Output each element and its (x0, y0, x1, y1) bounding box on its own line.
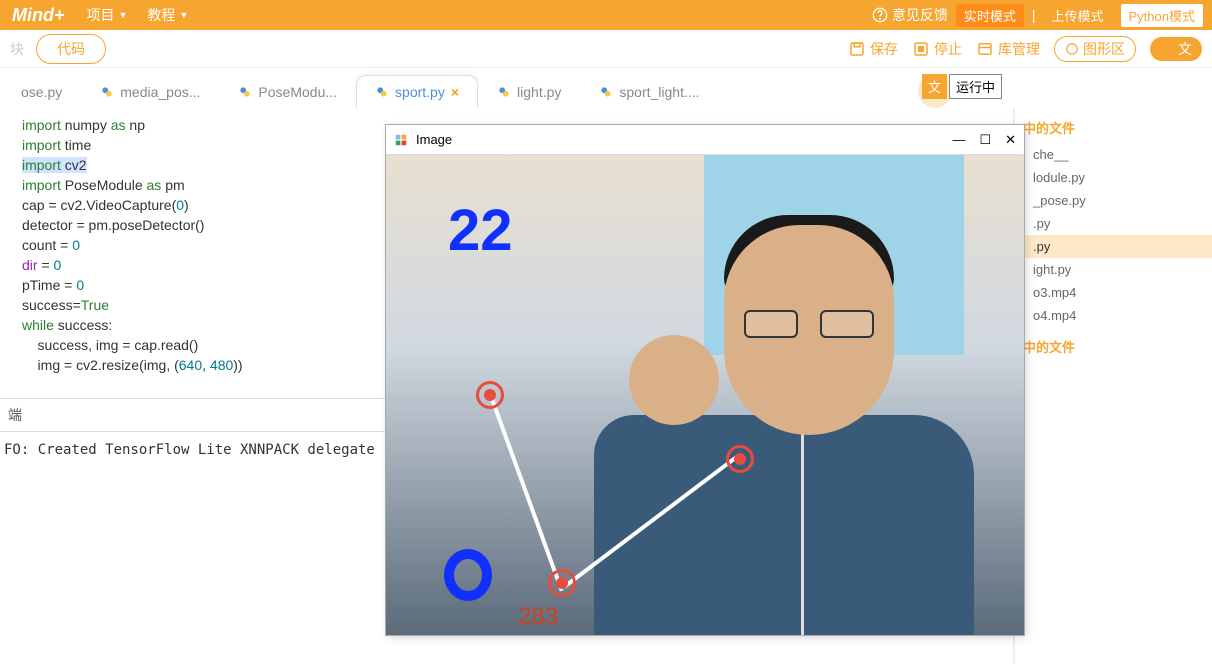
stop-icon (912, 40, 930, 58)
doc-button[interactable]: 文 (1150, 37, 1202, 61)
close-tab-icon[interactable]: × (451, 84, 459, 100)
angle-overlay: 283 (518, 603, 558, 631)
save-icon (848, 40, 866, 58)
toolbar: 块 代码 保存 停止 库管理 图形区 文 (0, 30, 1212, 68)
file-item-active[interactable]: .py (1015, 235, 1212, 258)
file-item[interactable]: .py (1015, 212, 1212, 235)
minimize-button[interactable]: — (952, 132, 965, 148)
mode-upload[interactable]: 上传模式 (1044, 4, 1112, 27)
stop-button[interactable]: 停止 (912, 39, 962, 59)
python-icon (100, 85, 114, 99)
maximize-button[interactable]: ☐ (979, 132, 991, 148)
tab-ose[interactable]: ose.py (2, 75, 81, 108)
graph-area-button[interactable]: 图形区 (1054, 36, 1136, 62)
phase-circle (444, 549, 492, 601)
app-icon (394, 133, 408, 147)
file-item[interactable]: o3.mp4 (1015, 281, 1212, 304)
file-item[interactable]: _pose.py (1015, 189, 1212, 212)
python-icon (497, 85, 511, 99)
save-button[interactable]: 保存 (848, 39, 898, 59)
files-header-1: 中的文件 (1015, 108, 1212, 143)
tab-sport[interactable]: sport.py× (356, 75, 478, 108)
run-status: 文 运行中 (922, 74, 1002, 99)
doc-icon (1160, 42, 1174, 56)
graph-icon (1065, 42, 1079, 56)
caret-down-icon: ▼ (179, 10, 188, 20)
tab-light[interactable]: light.py (478, 75, 580, 108)
view-code[interactable]: 代码 (36, 34, 106, 64)
caret-down-icon: ▼ (119, 10, 128, 20)
question-icon (872, 7, 888, 23)
file-item[interactable]: che__ (1015, 143, 1212, 166)
file-item[interactable]: lodule.py (1015, 166, 1212, 189)
close-button[interactable]: ✕ (1005, 132, 1016, 148)
tab-sport-light[interactable]: sport_light.... (580, 75, 718, 108)
cv-titlebar[interactable]: Image — ☐ ✕ (386, 125, 1024, 155)
menu-project[interactable]: 项目▼ (77, 5, 138, 25)
menu-tutorial[interactable]: 教程▼ (137, 5, 198, 25)
python-icon (599, 85, 613, 99)
top-menu-bar: Mind+ 项目▼ 教程▼ 意见反馈 实时模式 | 上传模式 Python模式 (0, 0, 1212, 30)
counter-overlay: 22 (448, 197, 513, 264)
editor-tabs: ose.py media_pos... PoseModu... sport.py… (0, 68, 1212, 108)
library-icon (976, 40, 994, 58)
tab-posemodule[interactable]: PoseModu... (219, 75, 356, 108)
file-item[interactable]: ight.py (1015, 258, 1212, 281)
files-header-2: 中的文件 (1015, 327, 1212, 362)
pose-node (548, 569, 576, 597)
python-icon (375, 85, 389, 99)
view-blocks[interactable]: 块 (4, 35, 30, 63)
library-button[interactable]: 库管理 (976, 39, 1040, 59)
python-icon (238, 85, 252, 99)
cv-frame: 22 283 (386, 155, 1024, 635)
file-explorer: 中的文件 che__ lodule.py _pose.py .py .py ig… (1014, 108, 1212, 664)
pose-line (490, 398, 564, 591)
mode-realtime[interactable]: 实时模式 (956, 4, 1024, 27)
tab-media-pose[interactable]: media_pos... (81, 75, 219, 108)
mode-python[interactable]: Python模式 (1120, 3, 1204, 28)
person-figure (584, 215, 1004, 635)
file-item[interactable]: o4.mp4 (1015, 304, 1212, 327)
cv-title: Image (416, 132, 452, 147)
pose-node (476, 381, 504, 409)
opencv-window[interactable]: Image — ☐ ✕ 22 283 (385, 124, 1025, 636)
feedback-link[interactable]: 意见反馈 (872, 5, 948, 25)
app-logo: Mind+ (0, 5, 77, 26)
pose-node (726, 445, 754, 473)
